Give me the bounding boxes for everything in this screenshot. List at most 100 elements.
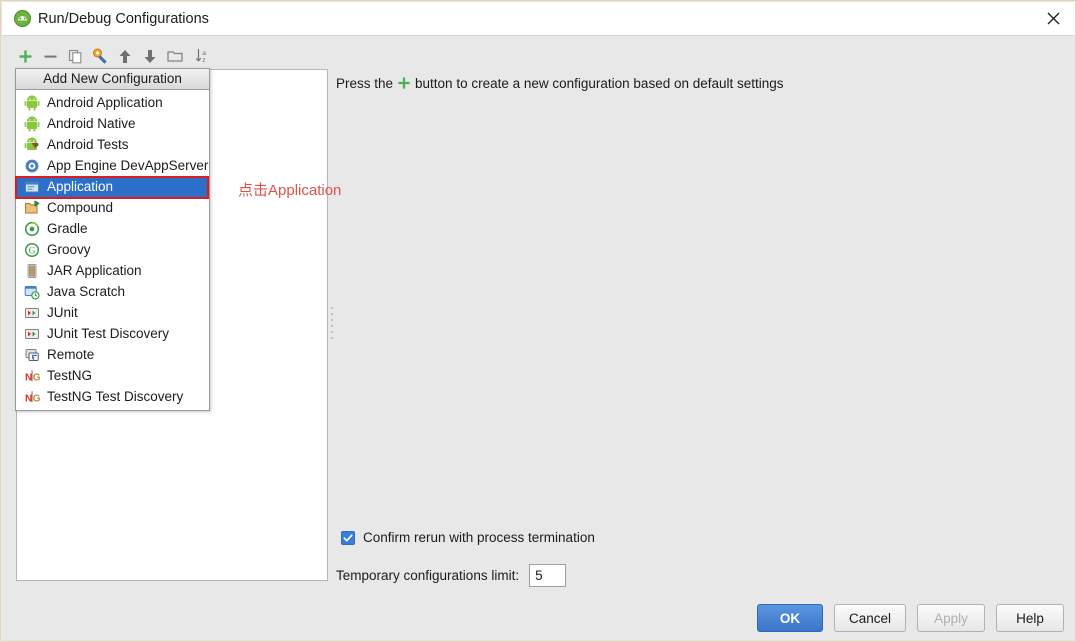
move-up-button[interactable] [115, 46, 135, 66]
junit-icon [24, 326, 40, 342]
application-window-icon [25, 181, 39, 192]
configuration-type-item[interactable]: Gradle [16, 218, 209, 239]
configuration-type-label: Android Native [47, 115, 136, 131]
configuration-type-item[interactable]: Android Application [16, 92, 209, 113]
configuration-type-item[interactable]: G Groovy [16, 239, 209, 260]
remote-icon [25, 348, 39, 361]
configuration-type-item[interactable]: JAR Application [16, 260, 209, 281]
configuration-type-label: App Engine DevAppServer [47, 157, 209, 173]
android-robot-icon [24, 115, 40, 132]
configuration-type-item[interactable]: App Engine DevAppServer [16, 155, 209, 176]
panel-splitter[interactable] [328, 69, 336, 581]
testng-icon: NG [25, 390, 40, 404]
configuration-type-label: Gradle [47, 220, 88, 236]
add-new-configuration-popup: Add New Configuration Android Applicatio… [15, 68, 210, 411]
junit-icon [24, 305, 40, 321]
plus-icon [19, 50, 31, 62]
configuration-type-label: Compound [47, 199, 114, 215]
application-window-icon [24, 179, 40, 195]
configuration-type-label: Groovy [47, 241, 91, 257]
close-icon[interactable] [1030, 2, 1075, 35]
splitter-grip-icon [330, 307, 334, 341]
svg-text:N: N [25, 393, 32, 404]
help-button[interactable]: Help [996, 604, 1064, 632]
arrow-down-icon [144, 49, 156, 63]
svg-text:G: G [29, 246, 36, 256]
svg-text:N: N [25, 372, 32, 383]
configuration-type-item[interactable]: JUnit [16, 302, 209, 323]
configurations-toolbar: a z [15, 43, 315, 69]
ok-button[interactable]: OK [756, 604, 823, 632]
testng-icon: NG [24, 389, 40, 405]
copy-icon [68, 49, 81, 63]
jar-icon [27, 263, 37, 278]
android-robot-icon [24, 115, 40, 132]
cancel-button[interactable]: Cancel [833, 604, 906, 632]
temporary-configurations-input[interactable] [529, 564, 567, 587]
confirm-rerun-label: Confirm rerun with process termination [363, 530, 595, 545]
android-tests-icon [24, 136, 39, 150]
empty-state-hint: Press the button to create a new configu… [336, 74, 784, 91]
svg-text:z: z [202, 57, 205, 64]
move-down-button[interactable] [140, 46, 160, 66]
jar-icon [24, 263, 40, 279]
testng-icon: NG [25, 369, 40, 383]
sort-az-icon: a z [195, 49, 206, 64]
configuration-type-label: TestNG [47, 367, 93, 383]
add-configuration-button[interactable] [15, 46, 35, 66]
configuration-type-item[interactable]: Application [16, 176, 209, 197]
copy-configuration-button[interactable] [65, 46, 85, 66]
sort-button[interactable]: a z [193, 46, 213, 66]
compound-folder-icon [24, 200, 40, 216]
configuration-type-item[interactable]: Java Scratch [16, 281, 209, 302]
edit-defaults-button[interactable] [90, 46, 110, 66]
groovy-icon: G [24, 242, 40, 258]
configuration-type-item[interactable]: Remote [16, 344, 209, 365]
folder-icon [167, 51, 183, 62]
configuration-type-item[interactable]: Android Tests [16, 134, 209, 155]
android-robot-icon [24, 94, 40, 111]
configuration-type-label: Application [47, 178, 114, 194]
java-scratch-icon [24, 285, 40, 300]
configuration-type-item[interactable]: N G TestNG [16, 365, 209, 386]
svg-text:a: a [202, 50, 206, 57]
configuration-type-label: Android Tests [47, 136, 129, 152]
svg-text:G: G [33, 372, 40, 383]
temporary-configurations-row: Temporary configurations limit: [336, 564, 567, 587]
android-robot-icon [24, 94, 40, 111]
app-engine-icon [24, 158, 40, 174]
plus-icon [397, 76, 411, 90]
title-bar: Run/Debug Configurations [2, 2, 1075, 36]
gradle-icon [24, 221, 40, 236]
configuration-type-label: JUnit [47, 304, 78, 320]
junit-icon [25, 307, 39, 318]
arrow-up-icon [119, 49, 131, 63]
junit-icon [25, 328, 39, 339]
configuration-type-label: TestNG Test Discovery [47, 388, 184, 404]
dialog-title: Run/Debug Configurations [38, 11, 209, 27]
configuration-type-item[interactable]: N G TestNG Test Discovery [16, 386, 209, 407]
annotation-text: 点击Application [238, 182, 342, 199]
svg-text:G: G [33, 393, 40, 404]
configuration-type-label: Java Scratch [47, 283, 126, 299]
hint-text-before: Press the [336, 76, 394, 91]
configuration-type-list: Android Application Android Native Android… [16, 90, 209, 410]
confirm-rerun-checkbox[interactable]: Confirm rerun with process termination [341, 530, 595, 545]
gradle-icon [24, 221, 40, 237]
minus-icon [44, 55, 56, 58]
configuration-type-item[interactable]: Android Native [16, 113, 209, 134]
create-folder-button[interactable] [165, 46, 185, 66]
configuration-type-item[interactable]: JUnit Test Discovery [16, 323, 209, 344]
dialog-button-bar: OK Cancel Apply Help [756, 604, 1064, 632]
apply-button: Apply [917, 604, 985, 632]
remote-icon [24, 347, 40, 363]
groovy-icon: G [24, 242, 40, 257]
remove-configuration-button[interactable] [40, 46, 60, 66]
popup-title: Add New Configuration [16, 69, 209, 90]
java-scratch-icon [24, 284, 40, 300]
app-engine-icon [25, 159, 39, 172]
configuration-type-label: JUnit Test Discovery [47, 325, 170, 341]
wrench-icon [93, 48, 107, 64]
temporary-configurations-label: Temporary configurations limit: [336, 568, 520, 583]
configuration-type-item[interactable]: Compound [16, 197, 209, 218]
